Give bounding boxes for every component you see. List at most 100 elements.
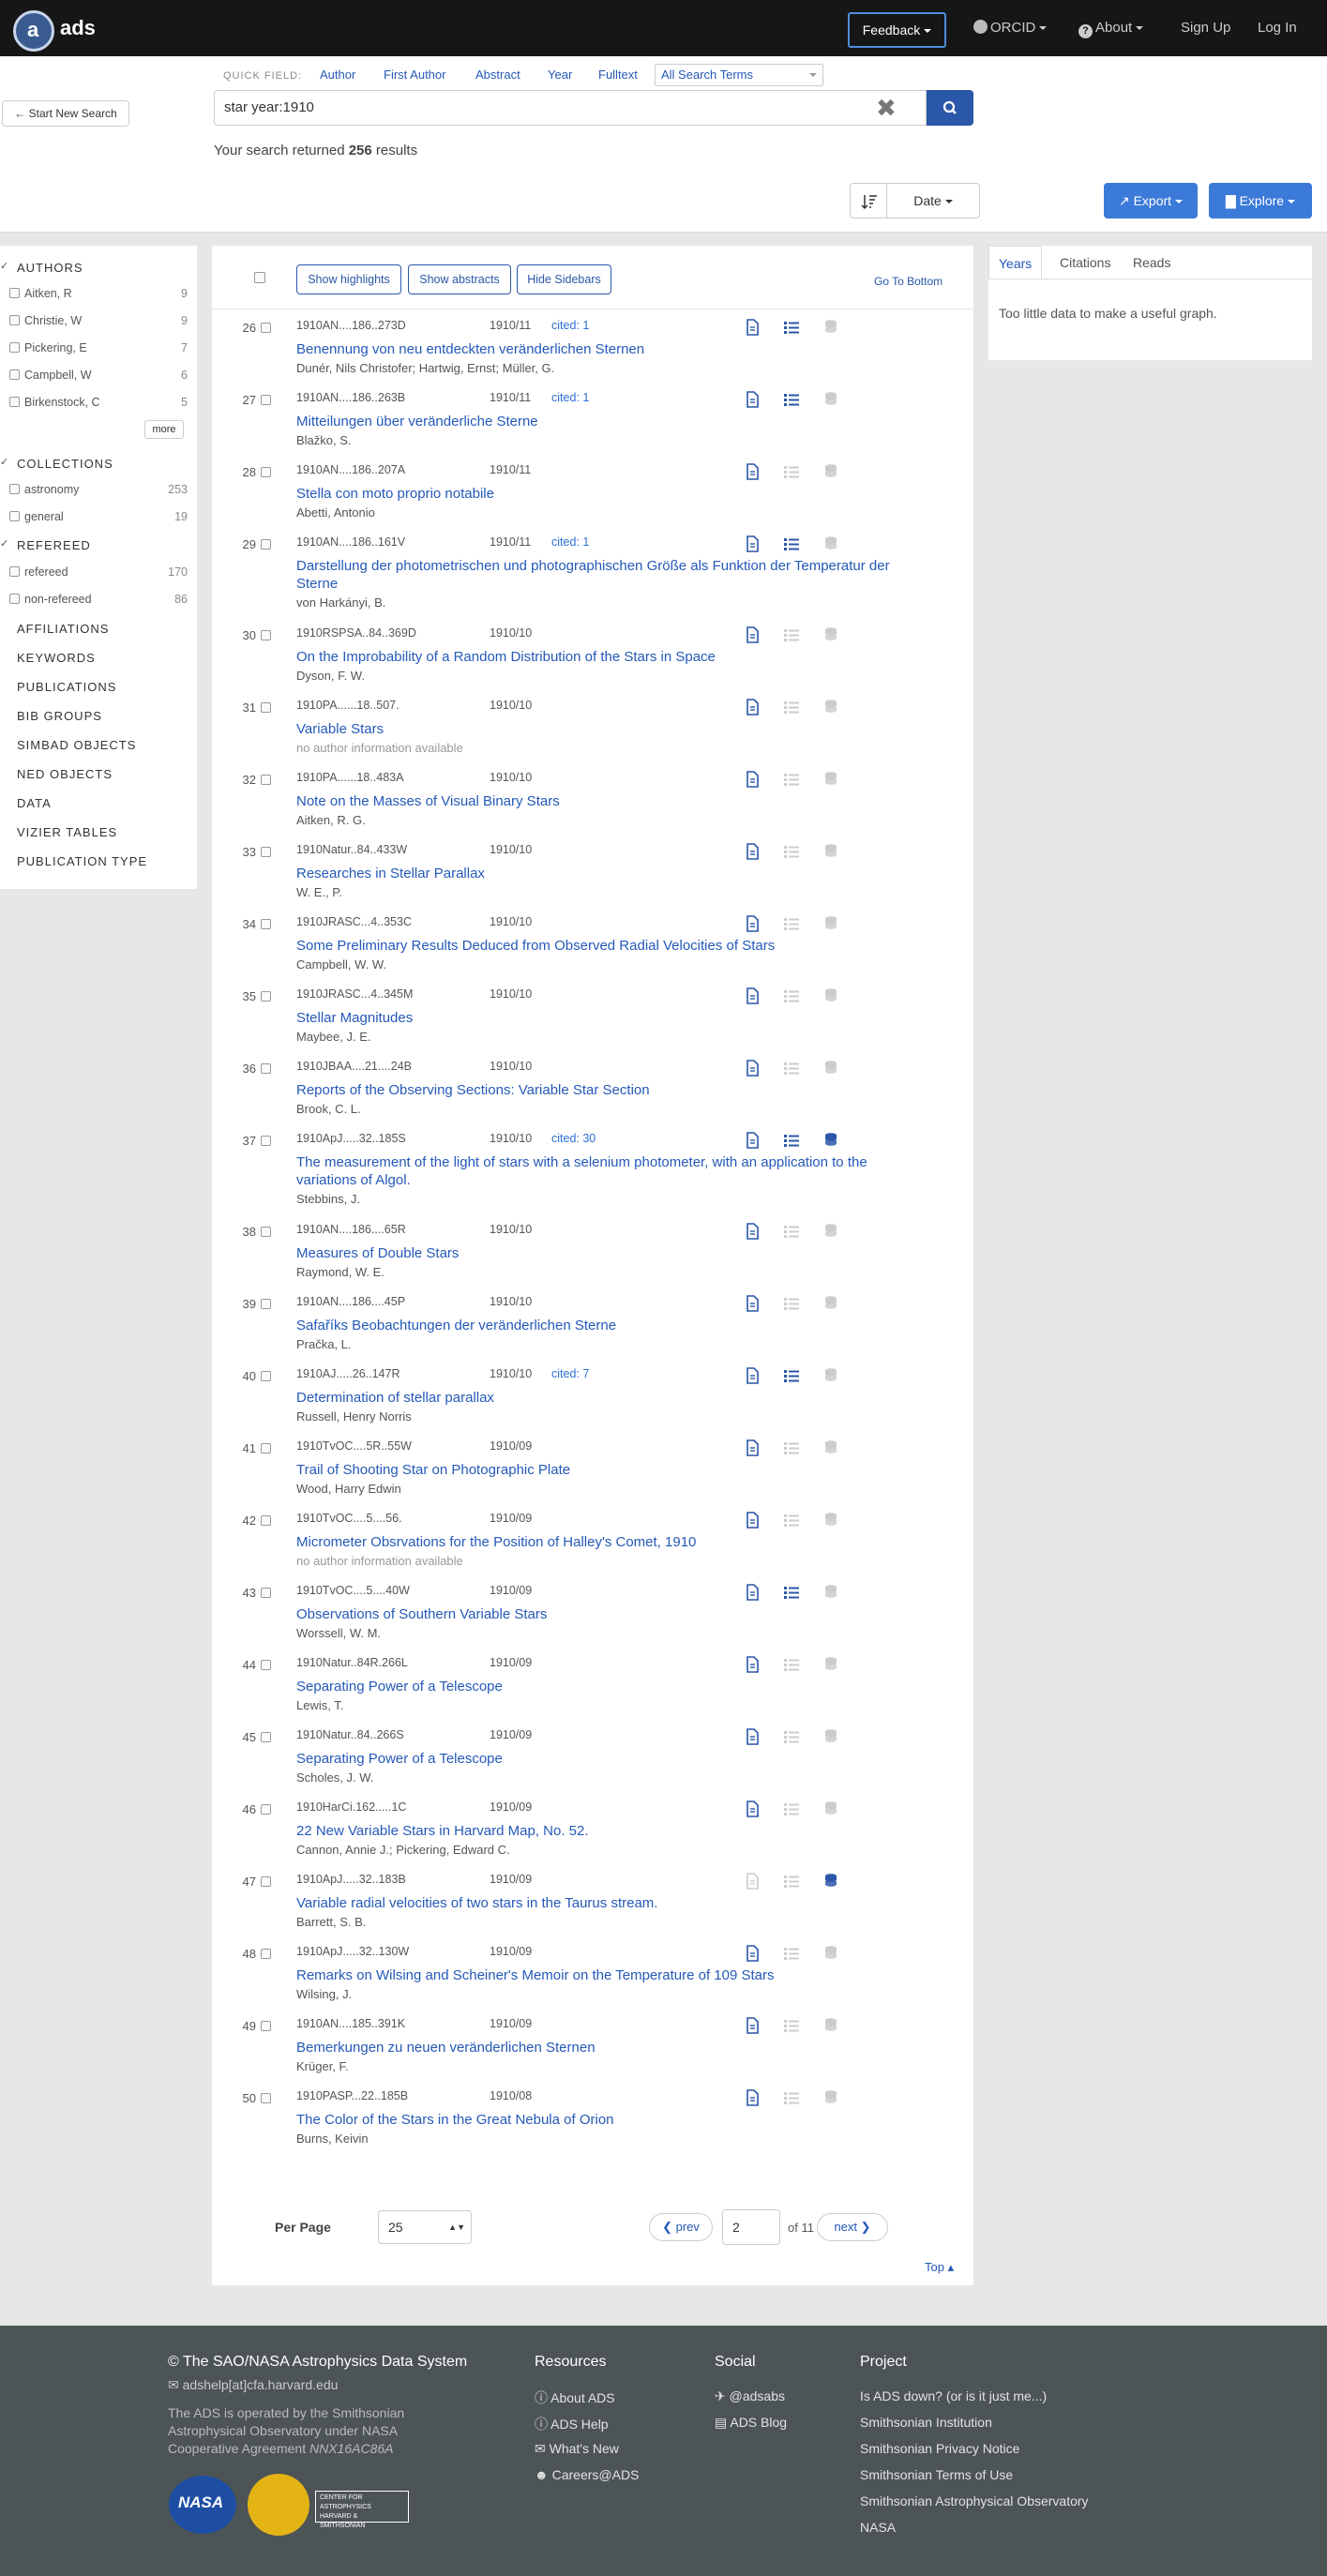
back-to-top-link[interactable]: Top ▴ [925, 2260, 954, 2275]
result-checkbox[interactable] [261, 2021, 271, 2031]
facet-checkbox[interactable] [9, 315, 20, 325]
result-checkbox[interactable] [261, 702, 271, 713]
full-text-icon[interactable] [745, 843, 760, 860]
references-list-icon[interactable] [783, 1060, 799, 1077]
logo-text[interactable]: ads [60, 16, 96, 40]
data-products-icon[interactable] [823, 843, 838, 860]
result-checkbox[interactable] [261, 1876, 271, 1887]
references-list-icon[interactable] [783, 1295, 799, 1312]
project-link[interactable]: NASA [860, 2520, 896, 2535]
data-products-icon[interactable] [823, 771, 838, 788]
references-list-icon[interactable] [783, 1800, 799, 1817]
references-list-icon[interactable] [783, 535, 799, 552]
prev-page-button[interactable]: ❮ prev [649, 2213, 713, 2241]
facet-checkbox[interactable] [9, 566, 20, 577]
more-authors-button[interactable]: more [144, 420, 184, 439]
data-products-icon[interactable] [823, 1728, 838, 1745]
cfa-logo[interactable]: CENTER FOR ASTROPHYSICS HARVARD & SMITHS… [315, 2491, 409, 2529]
about-ads-link[interactable]: ⓘ About ADS [535, 2388, 615, 2407]
references-list-icon[interactable] [783, 699, 799, 716]
result-title-link[interactable]: Reports of the Observing Sections: Varia… [296, 1081, 906, 1099]
result-checkbox[interactable] [261, 323, 271, 333]
references-list-icon[interactable] [783, 771, 799, 788]
ads-logo[interactable]: a [13, 10, 54, 52]
full-text-icon[interactable] [745, 1945, 760, 1962]
full-text-icon[interactable] [745, 391, 760, 408]
full-text-icon[interactable] [745, 1512, 760, 1529]
references-list-icon[interactable] [783, 319, 799, 336]
about-menu[interactable]: ? About [1078, 20, 1144, 38]
facet-checkbox[interactable] [9, 288, 20, 298]
references-list-icon[interactable] [783, 1728, 799, 1745]
result-checkbox[interactable] [261, 630, 271, 640]
authors-facet-header[interactable]: AUTHORS [17, 261, 83, 275]
result-title-link[interactable]: Observations of Southern Variable Stars [296, 1605, 906, 1623]
tab-years[interactable]: Years [988, 246, 1043, 279]
full-text-icon[interactable] [745, 2017, 760, 2034]
references-list-icon[interactable] [783, 626, 799, 643]
facet-checkbox[interactable] [9, 594, 20, 604]
result-title-link[interactable]: On the Improbability of a Random Distrib… [296, 648, 906, 666]
full-text-icon[interactable] [745, 1367, 760, 1384]
project-link[interactable]: Smithsonian Institution [860, 2415, 992, 2430]
show-highlights-button[interactable]: Show highlights [296, 264, 401, 294]
full-text-icon[interactable] [745, 915, 760, 932]
data-products-icon[interactable] [823, 987, 838, 1004]
facet-checkbox[interactable] [9, 397, 20, 407]
references-list-icon[interactable] [783, 1945, 799, 1962]
data-products-icon[interactable] [823, 1945, 838, 1962]
references-list-icon[interactable] [783, 391, 799, 408]
facet-header-bib-groups[interactable]: BIB GROUPS [17, 709, 102, 723]
full-text-icon[interactable] [745, 1132, 760, 1149]
data-products-icon[interactable] [823, 463, 838, 480]
result-title-link[interactable]: Variable Stars [296, 720, 906, 738]
result-title-link[interactable]: Determination of stellar parallax [296, 1389, 906, 1407]
facet-checkbox[interactable] [9, 369, 20, 380]
facet-author-item[interactable]: Aitken, R 9 [9, 287, 188, 300]
references-list-icon[interactable] [783, 1439, 799, 1456]
start-new-search-button[interactable]: ← Start New Search [2, 100, 129, 127]
result-cited-link[interactable]: cited: 30 [551, 1132, 596, 1145]
references-list-icon[interactable] [783, 2089, 799, 2106]
references-list-icon[interactable] [783, 1873, 799, 1890]
sign-up-link[interactable]: Sign Up [1181, 20, 1230, 36]
data-products-icon[interactable] [823, 1512, 838, 1529]
full-text-icon[interactable] [745, 699, 760, 716]
facet-checkbox[interactable] [9, 342, 20, 353]
full-text-icon[interactable] [745, 1060, 760, 1077]
chevron-down-icon[interactable]: ✓ [0, 456, 8, 468]
facet-checkbox[interactable] [9, 484, 20, 494]
result-title-link[interactable]: Some Preliminary Results Deduced from Ob… [296, 937, 906, 955]
data-products-icon[interactable] [823, 626, 838, 643]
project-link[interactable]: Smithsonian Privacy Notice [860, 2441, 1019, 2456]
chevron-down-icon[interactable]: ✓ [0, 260, 8, 272]
full-text-icon[interactable] [745, 626, 760, 643]
full-text-icon[interactable] [745, 1873, 760, 1890]
facet-header-simbad-objects[interactable]: SIMBAD OBJECTS [17, 738, 136, 752]
result-cited-link[interactable]: cited: 1 [551, 391, 589, 404]
result-cited-link[interactable]: cited: 7 [551, 1367, 589, 1380]
feedback-button[interactable]: Feedback [848, 12, 946, 48]
result-title-link[interactable]: Separating Power of a Telescope [296, 1678, 906, 1695]
project-link[interactable]: Is ADS down? (or is it just me...) [860, 2388, 1047, 2403]
sort-by-date-dropdown[interactable]: Date [886, 183, 980, 218]
data-products-icon[interactable] [823, 1060, 838, 1077]
data-products-icon[interactable] [823, 1439, 838, 1456]
result-checkbox[interactable] [261, 775, 271, 785]
result-title-link[interactable]: Stella con moto proprio notabile [296, 485, 906, 503]
result-checkbox[interactable] [261, 539, 271, 550]
facet-refereed-item[interactable]: non-refereed 86 [9, 593, 188, 606]
result-title-link[interactable]: The Color of the Stars in the Great Nebu… [296, 2111, 906, 2129]
next-page-button[interactable]: next ❯ [817, 2213, 888, 2241]
clear-search-icon[interactable]: ✖ [876, 94, 897, 122]
data-products-icon[interactable] [823, 1656, 838, 1673]
collections-facet-header[interactable]: COLLECTIONS [17, 457, 113, 471]
tab-reads[interactable]: Reads [1123, 246, 1180, 279]
result-checkbox[interactable] [261, 1804, 271, 1815]
data-products-icon[interactable] [823, 915, 838, 932]
full-text-icon[interactable] [745, 319, 760, 336]
data-products-icon[interactable] [823, 699, 838, 716]
quick-field-first-author[interactable]: First Author [384, 68, 445, 82]
facet-author-item[interactable]: Pickering, E 7 [9, 341, 188, 354]
full-text-icon[interactable] [745, 2089, 760, 2106]
